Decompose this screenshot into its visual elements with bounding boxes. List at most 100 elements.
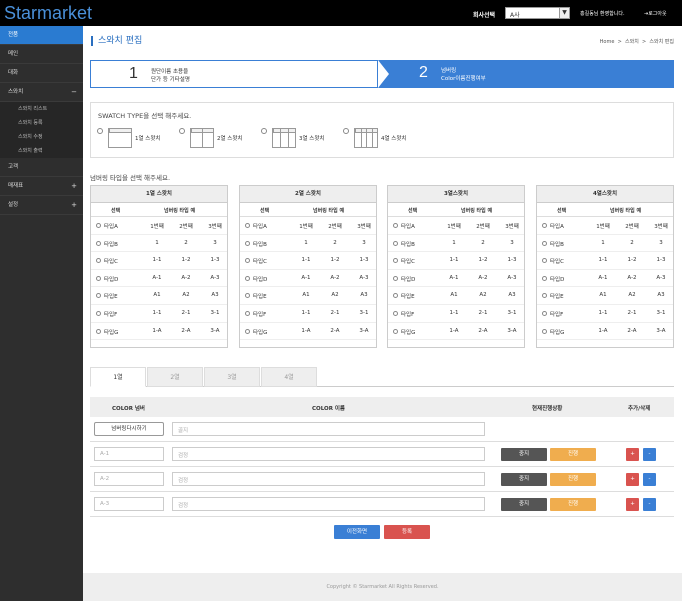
company-select[interactable]: A사 ▼ bbox=[505, 7, 570, 19]
numbering-row[interactable]: 타입F 1-1 2-1 3-1 bbox=[91, 305, 227, 323]
register-button[interactable]: 등록 bbox=[384, 525, 430, 539]
numbering-row[interactable]: 타입D A-1 A-2 A-3 bbox=[388, 270, 524, 288]
sidebar-item-chat[interactable]: 대화 bbox=[0, 64, 83, 83]
radio-button[interactable] bbox=[96, 223, 101, 228]
radio-button[interactable] bbox=[245, 258, 250, 264]
radio-button[interactable] bbox=[245, 328, 250, 334]
color-name-input[interactable]: 골지 bbox=[172, 422, 485, 436]
numbering-row[interactable]: 타입C 1-1 1-2 1-3 bbox=[240, 252, 376, 270]
radio-button[interactable] bbox=[393, 310, 398, 316]
sidebar-item-settings[interactable]: 설정 + bbox=[0, 196, 83, 215]
radio-button[interactable] bbox=[96, 310, 101, 316]
numbering-row[interactable]: 타입A 1번째 2번째 3번째 bbox=[240, 217, 376, 235]
sidebar-sub-swatch-list[interactable]: 스와치 리스트 bbox=[0, 102, 83, 116]
radio-button[interactable] bbox=[245, 223, 250, 228]
numbering-row[interactable]: 타입B 1 2 3 bbox=[91, 235, 227, 253]
radio-button[interactable] bbox=[96, 258, 101, 264]
logout-link[interactable]: ⇥로그아웃 bbox=[644, 10, 667, 17]
radio-button[interactable] bbox=[542, 258, 547, 264]
radio-button[interactable] bbox=[393, 258, 398, 264]
radio-button[interactable] bbox=[97, 128, 103, 134]
radio-button[interactable] bbox=[96, 275, 101, 281]
sidebar-sub-swatch-edit[interactable]: 스와치 수정 bbox=[0, 130, 83, 144]
numbering-row[interactable]: 타입B 1 2 3 bbox=[240, 235, 376, 253]
sidebar-item-all[interactable]: 전품 bbox=[0, 26, 83, 45]
numbering-row[interactable]: 타입E A1 A2 A3 bbox=[537, 287, 673, 305]
proceed-button[interactable]: 진행 bbox=[550, 498, 596, 511]
sidebar-item-sales[interactable]: 매재표 + bbox=[0, 177, 83, 196]
add-row-button[interactable]: + bbox=[626, 473, 639, 486]
numbering-row[interactable]: 타입A 1번째 2번째 3번째 bbox=[91, 217, 227, 235]
radio-button[interactable] bbox=[393, 328, 398, 334]
color-number-input[interactable]: A-1 bbox=[94, 447, 164, 461]
numbering-row[interactable]: 타입E A1 A2 A3 bbox=[91, 287, 227, 305]
stop-button[interactable]: 중지 bbox=[501, 473, 547, 486]
numbering-row[interactable]: 타입C 1-1 1-2 1-3 bbox=[91, 252, 227, 270]
color-name-input[interactable]: 검정 bbox=[172, 447, 485, 461]
radio-button[interactable] bbox=[542, 275, 547, 281]
numbering-row[interactable]: 타입C 1-1 1-2 1-3 bbox=[388, 252, 524, 270]
radio-button[interactable] bbox=[393, 240, 398, 246]
radio-button[interactable] bbox=[245, 275, 250, 281]
expand-icon[interactable]: + bbox=[71, 196, 77, 215]
numbering-row[interactable]: 타입G 1-A 2-A 3-A bbox=[388, 323, 524, 341]
radio-button[interactable] bbox=[96, 328, 101, 334]
remove-row-button[interactable]: - bbox=[643, 498, 656, 511]
color-name-input[interactable]: 검정 bbox=[172, 472, 485, 486]
sidebar-item-main[interactable]: 메인 bbox=[0, 45, 83, 64]
stop-button[interactable]: 중지 bbox=[501, 498, 547, 511]
numbering-row[interactable]: 타입E A1 A2 A3 bbox=[240, 287, 376, 305]
sidebar-item-customer[interactable]: 고객 bbox=[0, 158, 83, 177]
radio-button[interactable] bbox=[96, 240, 101, 246]
collapse-icon[interactable]: − bbox=[71, 83, 77, 102]
radio-button[interactable] bbox=[393, 293, 398, 299]
breadcrumb-swatch[interactable]: 스와치 bbox=[625, 39, 639, 45]
numbering-row[interactable]: 타입D A-1 A-2 A-3 bbox=[537, 270, 673, 288]
color-number-input[interactable]: A-2 bbox=[94, 472, 164, 486]
numbering-row[interactable]: 타입D A-1 A-2 A-3 bbox=[240, 270, 376, 288]
radio-button[interactable] bbox=[542, 328, 547, 334]
stop-button[interactable]: 중지 bbox=[501, 448, 547, 461]
numbering-row[interactable]: 타입G 1-A 2-A 3-A bbox=[537, 323, 673, 341]
proceed-button[interactable]: 진행 bbox=[550, 448, 596, 461]
numbering-row[interactable]: 타입C 1-1 1-2 1-3 bbox=[537, 252, 673, 270]
remove-row-button[interactable]: - bbox=[643, 448, 656, 461]
radio-button[interactable] bbox=[542, 240, 547, 246]
proceed-button[interactable]: 진행 bbox=[550, 473, 596, 486]
sidebar-item-swatch[interactable]: 스와치 − bbox=[0, 83, 83, 102]
color-number-input[interactable]: A-3 bbox=[94, 497, 164, 511]
tab-column-1[interactable]: 1열 bbox=[90, 367, 146, 387]
numbering-row[interactable]: 타입B 1 2 3 bbox=[537, 235, 673, 253]
numbering-row[interactable]: 타입A 1번째 2번째 3번째 bbox=[388, 217, 524, 235]
color-name-input[interactable]: 검정 bbox=[172, 497, 485, 511]
expand-icon[interactable]: + bbox=[71, 177, 77, 196]
radio-button[interactable] bbox=[96, 293, 101, 299]
numbering-row[interactable]: 타입G 1-A 2-A 3-A bbox=[240, 323, 376, 341]
numbering-row[interactable]: 타입F 1-1 2-1 3-1 bbox=[388, 305, 524, 323]
breadcrumb-home[interactable]: Home bbox=[600, 39, 615, 45]
radio-button[interactable] bbox=[245, 293, 250, 299]
numbering-row[interactable]: 타입F 1-1 2-1 3-1 bbox=[240, 305, 376, 323]
tab-column-2[interactable]: 2열 bbox=[147, 367, 203, 387]
numbering-row[interactable]: 타입D A-1 A-2 A-3 bbox=[91, 270, 227, 288]
numbering-row[interactable]: 타입G 1-A 2-A 3-A bbox=[91, 323, 227, 341]
numbering-row[interactable]: 타입A 1번째 2번째 3번째 bbox=[537, 217, 673, 235]
numbering-row[interactable]: 타입B 1 2 3 bbox=[388, 235, 524, 253]
add-row-button[interactable]: + bbox=[626, 498, 639, 511]
sidebar-sub-swatch-register[interactable]: 스와치 등록 bbox=[0, 116, 83, 130]
radio-button[interactable] bbox=[542, 293, 547, 299]
radio-button[interactable] bbox=[245, 240, 250, 246]
radio-button[interactable] bbox=[261, 128, 267, 134]
prev-page-button[interactable]: 이전화면 bbox=[334, 525, 380, 539]
radio-button[interactable] bbox=[542, 310, 547, 316]
radio-button[interactable] bbox=[245, 310, 250, 316]
tab-column-4[interactable]: 4열 bbox=[261, 367, 317, 387]
tab-column-3[interactable]: 3열 bbox=[204, 367, 260, 387]
radio-button[interactable] bbox=[393, 275, 398, 281]
radio-button[interactable] bbox=[179, 128, 185, 134]
radio-button[interactable] bbox=[393, 223, 398, 228]
sidebar-sub-swatch-print[interactable]: 스와치 출력 bbox=[0, 144, 83, 158]
numbering-row[interactable]: 타입E A1 A2 A3 bbox=[388, 287, 524, 305]
renumber-button[interactable]: 넘버링다시하기 bbox=[94, 422, 164, 436]
numbering-row[interactable]: 타입F 1-1 2-1 3-1 bbox=[537, 305, 673, 323]
